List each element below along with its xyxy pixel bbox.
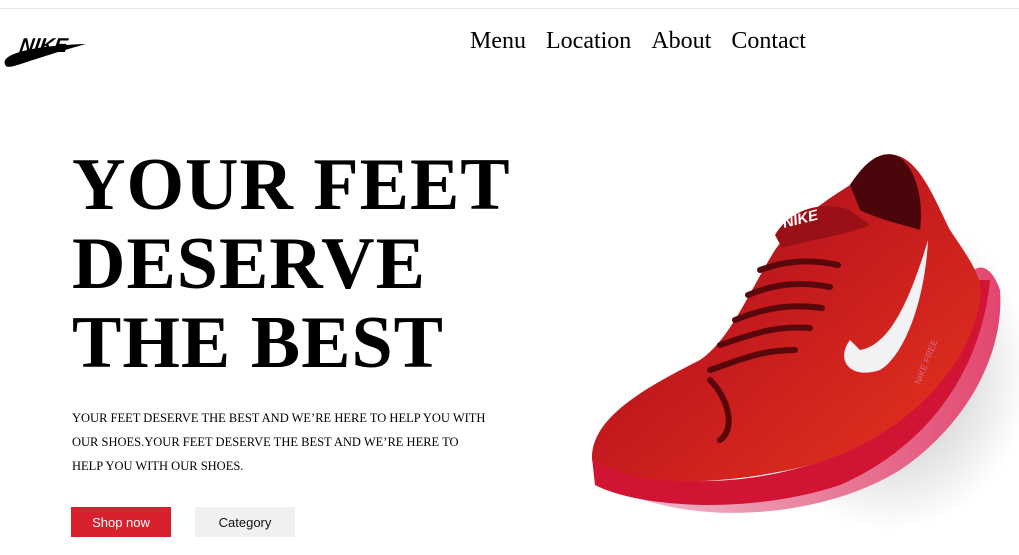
shoe-image: NIKE NIKE FREE [560,140,1019,550]
top-divider [0,8,1019,9]
nav-about[interactable]: About [651,26,711,56]
shop-now-button[interactable]: Shop now [71,507,171,537]
nav-menu[interactable]: Menu [470,26,526,56]
headline-line-1: YOUR FEET [72,144,511,226]
main-nav: Menu Location About Contact [470,26,806,56]
headline-line-2: DESERVE [72,223,426,305]
category-button[interactable]: Category [195,507,295,537]
hero-description: YOUR FEET DESERVE THE BEST AND WE’RE HER… [72,411,486,473]
nav-contact[interactable]: Contact [731,26,806,56]
nav-location[interactable]: Location [546,26,631,56]
logo-text: NIKE [18,35,69,57]
nike-logo[interactable]: NIKE [4,30,90,74]
headline-line-3: THE BEST [72,302,445,384]
red-running-shoe-icon: NIKE NIKE FREE [591,154,1019,530]
hero-headline: YOUR FEET DESERVE THE BEST [72,146,511,383]
nike-swoosh-icon: NIKE [4,35,86,67]
